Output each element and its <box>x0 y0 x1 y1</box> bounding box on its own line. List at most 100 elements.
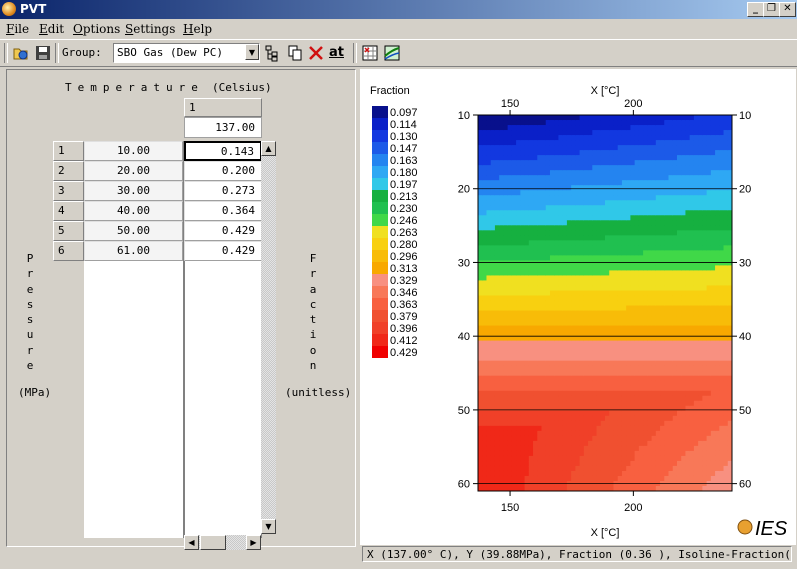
pressure-cell[interactable]: 10.00 <box>84 141 183 161</box>
contour-cell <box>499 115 504 121</box>
restore-button[interactable]: ❐ <box>763 2 780 17</box>
contour-cell <box>537 290 543 297</box>
row-index-cell[interactable]: 2 <box>53 161 84 181</box>
contour-cell <box>698 435 703 442</box>
contour-cell <box>685 160 691 166</box>
contour-cell <box>630 150 636 156</box>
contour-chart[interactable]: Fraction0.0970.1140.1300.1470.1630.1800.… <box>360 69 796 545</box>
fraction-cell[interactable]: 0.364 <box>184 201 262 221</box>
scroll-up-icon[interactable]: ▲ <box>261 141 276 156</box>
contour-cell <box>549 310 555 317</box>
row-index-cell[interactable]: 4 <box>53 201 84 221</box>
chevron-down-icon[interactable]: ▼ <box>245 44 259 60</box>
contour-cell <box>634 410 640 417</box>
scroll-down-icon[interactable]: ▼ <box>261 519 276 534</box>
contour-cell <box>710 435 716 442</box>
menu-options[interactable]: Options <box>73 22 120 36</box>
fraction-cell-selected[interactable]: 0.143 <box>184 141 262 161</box>
contour-cell <box>592 155 598 161</box>
tree-view-icon[interactable] <box>263 44 281 62</box>
contour-cell <box>490 210 496 216</box>
contour-cell <box>643 180 648 186</box>
delete-icon[interactable] <box>307 44 325 62</box>
contour-cell <box>689 265 695 272</box>
contour-cell <box>715 465 720 472</box>
contour-cell <box>545 355 551 362</box>
contour-cell <box>583 135 589 141</box>
contour-cell <box>689 245 695 251</box>
contour-cell <box>600 250 606 256</box>
contour-cell <box>503 430 509 437</box>
contour-cell <box>668 435 674 442</box>
row-index-cell[interactable]: 1 <box>53 141 84 161</box>
contour-cell <box>693 430 699 437</box>
contour-cell <box>719 355 725 362</box>
row-index-cell[interactable]: 6 <box>53 241 84 261</box>
contour-cell <box>621 275 627 282</box>
scroll-thumb[interactable] <box>200 535 226 550</box>
pressure-cell[interactable]: 61.00 <box>84 241 183 261</box>
fraction-cell[interactable]: 0.429 <box>184 221 262 241</box>
contour-cell <box>490 200 496 206</box>
contour-cell <box>626 295 631 302</box>
menu-edit[interactable]: Edit <box>39 22 64 36</box>
contour-cell <box>723 440 729 447</box>
group-select[interactable]: SBO Gas (Dew PC) ▼ <box>113 43 260 63</box>
legend-swatch <box>372 106 388 118</box>
contour-cell <box>490 315 496 322</box>
pressure-cell[interactable]: 50.00 <box>84 221 183 241</box>
save-icon[interactable] <box>34 44 52 62</box>
contour-cell <box>490 455 496 462</box>
menu-help[interactable]: Help <box>183 22 212 36</box>
contour-cell <box>571 460 576 467</box>
contour-cell <box>634 470 640 477</box>
contour-cell <box>706 250 712 256</box>
row-index-cell[interactable]: 3 <box>53 181 84 201</box>
contour-cell <box>643 175 648 181</box>
contour-cell <box>630 405 636 412</box>
menu-settings[interactable]: Settings <box>125 22 175 36</box>
fraction-cell[interactable]: 0.273 <box>184 181 262 201</box>
contour-cell <box>617 355 623 362</box>
open-folder-icon[interactable] <box>12 44 30 62</box>
contour-cell <box>478 275 483 282</box>
minimize-button[interactable]: _ <box>747 2 764 17</box>
contour-cell <box>592 300 598 307</box>
scroll-left-icon[interactable]: ◀ <box>184 535 199 550</box>
label-at-icon[interactable]: at <box>329 44 347 62</box>
vertical-scrollbar[interactable]: ▲ ▼ <box>261 141 276 534</box>
contour-cell <box>549 280 555 287</box>
contour-cell <box>600 295 606 302</box>
contour-cell <box>541 465 547 472</box>
contour-cell <box>715 280 720 287</box>
horizontal-scrollbar[interactable]: ◀ ▶ <box>184 535 261 550</box>
menu-file[interactable]: File <box>6 22 29 36</box>
fraction-cell[interactable]: 0.200 <box>184 161 262 181</box>
contour-cell <box>600 420 606 427</box>
fraction-cell[interactable]: 0.429 <box>184 241 262 261</box>
contour-cell <box>651 380 657 387</box>
copy-icon[interactable] <box>286 44 304 62</box>
contour-cell <box>482 120 488 126</box>
grid-settings-icon[interactable] <box>361 44 379 62</box>
contour-cell <box>524 355 530 362</box>
row-index-cell[interactable]: 5 <box>53 221 84 241</box>
pressure-cell[interactable]: 20.00 <box>84 161 183 181</box>
contour-cell <box>503 440 509 447</box>
contour-cell <box>499 260 504 266</box>
scroll-right-icon[interactable]: ▶ <box>246 535 261 550</box>
column-temperature-cell[interactable]: 137.00 <box>184 117 262 138</box>
contour-cell <box>545 340 551 347</box>
pressure-cell[interactable]: 30.00 <box>84 181 183 201</box>
contour-cell <box>554 425 560 432</box>
contour-cell <box>651 400 657 407</box>
contour-cell <box>545 170 551 176</box>
contour-cell <box>693 215 699 221</box>
contour-cell <box>571 275 576 282</box>
close-button[interactable]: ✕ <box>779 2 796 17</box>
contour-cell <box>681 180 687 186</box>
contour-cell <box>596 175 602 181</box>
pressure-cell[interactable]: 40.00 <box>84 201 183 221</box>
contour-plot-icon[interactable] <box>383 44 401 62</box>
contour-cell <box>596 380 602 387</box>
